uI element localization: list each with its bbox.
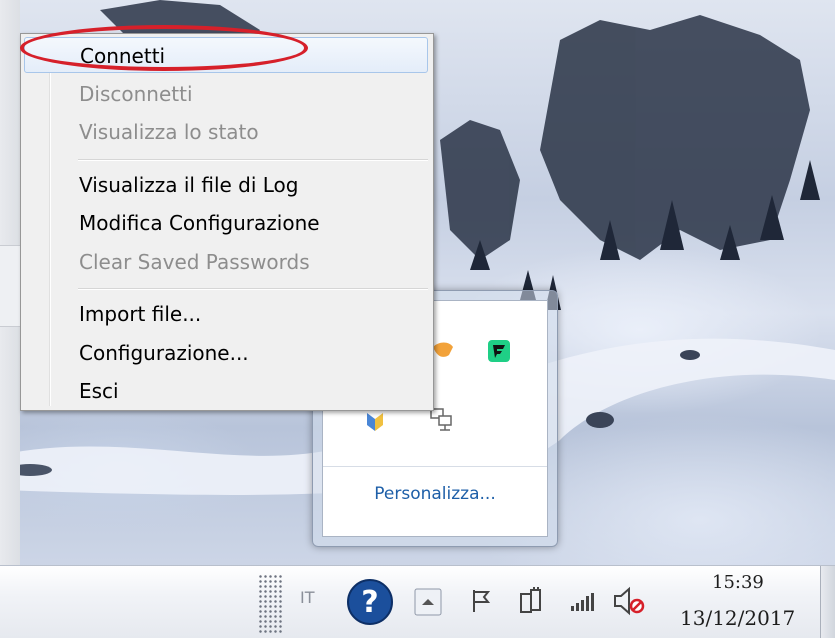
tray-context-menu: Connetti Disconnetti Visualizza lo stato… xyxy=(20,33,434,411)
svg-text:?: ? xyxy=(361,585,378,620)
window-edge-strip xyxy=(0,245,22,327)
flyout-divider xyxy=(323,466,547,467)
action-center-flag-icon[interactable] xyxy=(470,588,494,618)
taskbar-grip[interactable] xyxy=(258,574,282,634)
help-icon[interactable]: ? xyxy=(346,578,394,630)
green-f-app-icon[interactable] xyxy=(487,339,511,363)
volume-muted-icon[interactable] xyxy=(612,586,648,620)
menu-item-visualizza-log[interactable]: Visualizza il file di Log xyxy=(24,167,428,203)
show-hidden-icons-chevron[interactable] xyxy=(414,588,442,620)
menu-item-visualizza-stato[interactable]: Visualizza lo stato xyxy=(24,114,428,150)
menu-separator xyxy=(78,288,428,290)
menu-item-clear-saved-passwords[interactable]: Clear Saved Passwords xyxy=(24,244,428,280)
language-indicator[interactable]: IT xyxy=(300,588,315,607)
signal-bars-icon[interactable] xyxy=(570,592,598,616)
menu-item-configurazione[interactable]: Configurazione... xyxy=(24,335,428,371)
menu-item-import-file[interactable]: Import file... xyxy=(24,296,428,332)
customize-link[interactable]: Personalizza... xyxy=(323,484,547,504)
taskbar: IT ? 15:39 13/12/2017 xyxy=(0,565,835,638)
clock-date[interactable]: 13/12/2017 xyxy=(680,606,795,630)
show-desktop-button[interactable] xyxy=(820,566,835,638)
power-battery-icon[interactable] xyxy=(518,586,544,620)
blue-shield-icon[interactable] xyxy=(363,409,387,433)
orange-app-icon[interactable] xyxy=(431,339,455,363)
menu-item-connetti[interactable]: Connetti xyxy=(24,37,428,73)
clock-time[interactable]: 15:39 xyxy=(712,572,764,593)
menu-item-disconnetti[interactable]: Disconnetti xyxy=(24,76,428,112)
menu-item-esci[interactable]: Esci xyxy=(24,373,428,409)
menu-separator xyxy=(78,159,428,161)
menu-item-modifica-configurazione[interactable]: Modifica Configurazione xyxy=(24,205,428,241)
